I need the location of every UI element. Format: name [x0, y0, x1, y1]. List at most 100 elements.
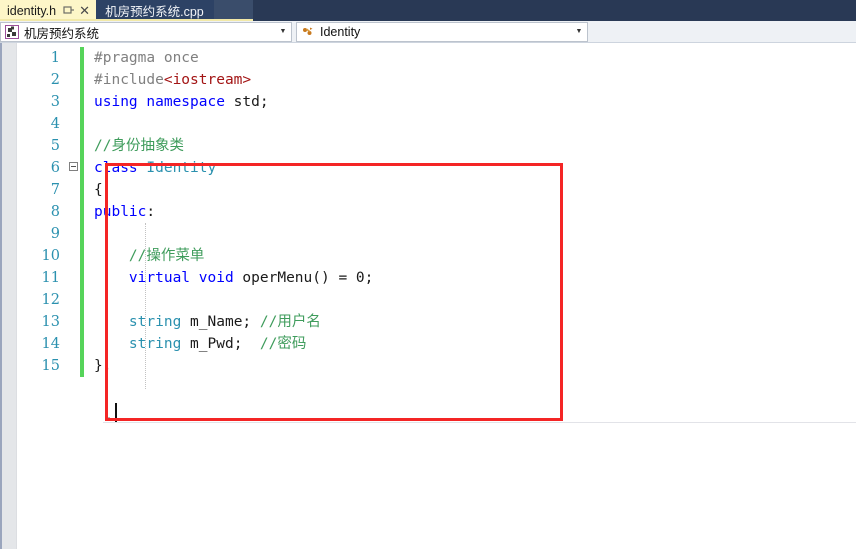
code-token: <iostream>	[164, 72, 251, 88]
line-number: 1	[17, 47, 69, 69]
code-text[interactable]: #pragma once	[84, 47, 856, 69]
code-text[interactable]: };	[84, 355, 856, 377]
code-token: #include	[94, 72, 164, 88]
code-line[interactable]: 1 #pragma once	[17, 47, 856, 69]
code-line[interactable]: 12	[17, 289, 856, 311]
fold-spacer	[69, 113, 80, 135]
project-dropdown[interactable]: 机房预约系统 ▼	[0, 22, 292, 42]
code-token: #pragma once	[94, 50, 199, 66]
code-token: std;	[225, 94, 269, 110]
change-indicator	[80, 223, 84, 245]
line-number: 3	[17, 91, 69, 113]
fold-spacer	[69, 311, 80, 333]
scope-dropdown[interactable]: Identity ▼	[296, 22, 588, 42]
code-token: //操作菜单	[94, 248, 204, 264]
code-token: virtual void	[129, 270, 234, 286]
fold-spacer	[69, 91, 80, 113]
fold-region-line-foot	[105, 417, 110, 418]
code-token: m_Name;	[181, 314, 260, 330]
line-number: 9	[17, 223, 69, 245]
chevron-down-icon[interactable]: ▼	[275, 23, 291, 41]
code-token: using namespace	[94, 94, 225, 110]
line-number: 14	[17, 333, 69, 355]
code-line[interactable]: 6 class Identity	[17, 157, 856, 179]
code-surface[interactable]: 1 #pragma once 2#include<iostream>3 using n…	[17, 43, 856, 549]
pin-icon[interactable]	[62, 4, 75, 17]
code-token	[94, 270, 129, 286]
code-line[interactable]: 7{	[17, 179, 856, 201]
fold-spacer	[69, 355, 80, 377]
code-token: public	[94, 204, 146, 220]
code-token: //身份抽象类	[94, 138, 184, 154]
fold-spacer	[69, 69, 80, 91]
code-line[interactable]: 3 using namespace std;	[17, 91, 856, 113]
class-icon	[300, 24, 316, 40]
fold-spacer	[69, 135, 80, 157]
code-token: m_Pwd;	[181, 336, 260, 352]
line-number: 11	[17, 267, 69, 289]
code-text[interactable]: //操作菜单	[84, 245, 856, 267]
code-editor[interactable]: 1 #pragma once 2#include<iostream>3 using n…	[0, 43, 856, 549]
line-number: 13	[17, 311, 69, 333]
code-line[interactable]: 14 string m_Pwd; //密码	[17, 333, 856, 355]
fold-spacer	[69, 289, 80, 311]
code-text[interactable]: {	[84, 179, 856, 201]
code-token: string	[129, 314, 181, 330]
fold-spacer	[69, 201, 80, 223]
tab-bar-accent-line	[0, 19, 253, 21]
line-number: 7	[17, 179, 69, 201]
fold-toggle-icon[interactable]	[69, 157, 80, 179]
code-line[interactable]: 8 public:	[17, 201, 856, 223]
tab-label: identity.h	[7, 4, 56, 18]
code-line[interactable]: 10 //操作菜单	[17, 245, 856, 267]
close-icon[interactable]: ✕	[78, 4, 91, 17]
code-token: :	[146, 204, 155, 220]
code-line[interactable]: 13 string m_Name; //用户名	[17, 311, 856, 333]
code-token: //密码	[260, 336, 306, 352]
code-token: Identity	[146, 160, 216, 176]
code-text[interactable]: #include<iostream>	[84, 69, 856, 91]
fold-spacer	[69, 47, 80, 69]
line-number: 8	[17, 201, 69, 223]
code-text[interactable]: //身份抽象类	[84, 135, 856, 157]
chevron-down-icon[interactable]: ▼	[571, 23, 587, 41]
line-number: 10	[17, 245, 69, 267]
tab-jifang-cpp[interactable]: 机房预约系统.cpp	[96, 0, 214, 21]
change-indicator	[80, 289, 84, 311]
code-lines[interactable]: 1 #pragma once 2#include<iostream>3 using n…	[17, 47, 856, 377]
code-line[interactable]: 15};	[17, 355, 856, 377]
navigation-bar-filler	[588, 21, 856, 42]
scope-dropdown-value: Identity	[320, 25, 571, 39]
code-token	[94, 336, 129, 352]
project-dropdown-value: 机房预约系统	[24, 23, 275, 42]
line-number: 15	[17, 355, 69, 377]
navigation-bar: 机房预约系统 ▼ Identity ▼	[0, 21, 856, 43]
code-token: {	[94, 182, 103, 198]
code-text[interactable]: class Identity	[84, 157, 856, 179]
editor-left-margin	[0, 43, 17, 549]
code-text[interactable]: public:	[84, 201, 856, 223]
fold-spacer	[69, 267, 80, 289]
editor-tab-bar: identity.h ✕ 机房预约系统.cpp	[0, 0, 856, 21]
code-text[interactable]: string m_Name; //用户名	[84, 311, 856, 333]
tab-identity-h[interactable]: identity.h ✕	[0, 0, 96, 21]
code-line[interactable]: 9	[17, 223, 856, 245]
code-text[interactable]: string m_Pwd; //密码	[84, 333, 856, 355]
line-number: 6	[17, 157, 69, 179]
code-text[interactable]: using namespace std;	[84, 91, 856, 113]
fold-spacer	[69, 245, 80, 267]
line-number: 5	[17, 135, 69, 157]
collapse-minus-icon[interactable]	[69, 162, 78, 171]
project-icon	[4, 24, 20, 40]
fold-spacer	[69, 223, 80, 245]
code-text[interactable]: virtual void operMenu() = 0;	[84, 267, 856, 289]
code-line[interactable]: 4	[17, 113, 856, 135]
fold-spacer	[69, 179, 80, 201]
code-token: //用户名	[260, 314, 321, 330]
code-line[interactable]: 11 virtual void operMenu() = 0;	[17, 267, 856, 289]
code-line[interactable]: 2#include<iostream>	[17, 69, 856, 91]
code-line[interactable]: 5 //身份抽象类	[17, 135, 856, 157]
line-number: 4	[17, 113, 69, 135]
change-indicator	[80, 113, 84, 135]
code-token: class	[94, 160, 138, 176]
